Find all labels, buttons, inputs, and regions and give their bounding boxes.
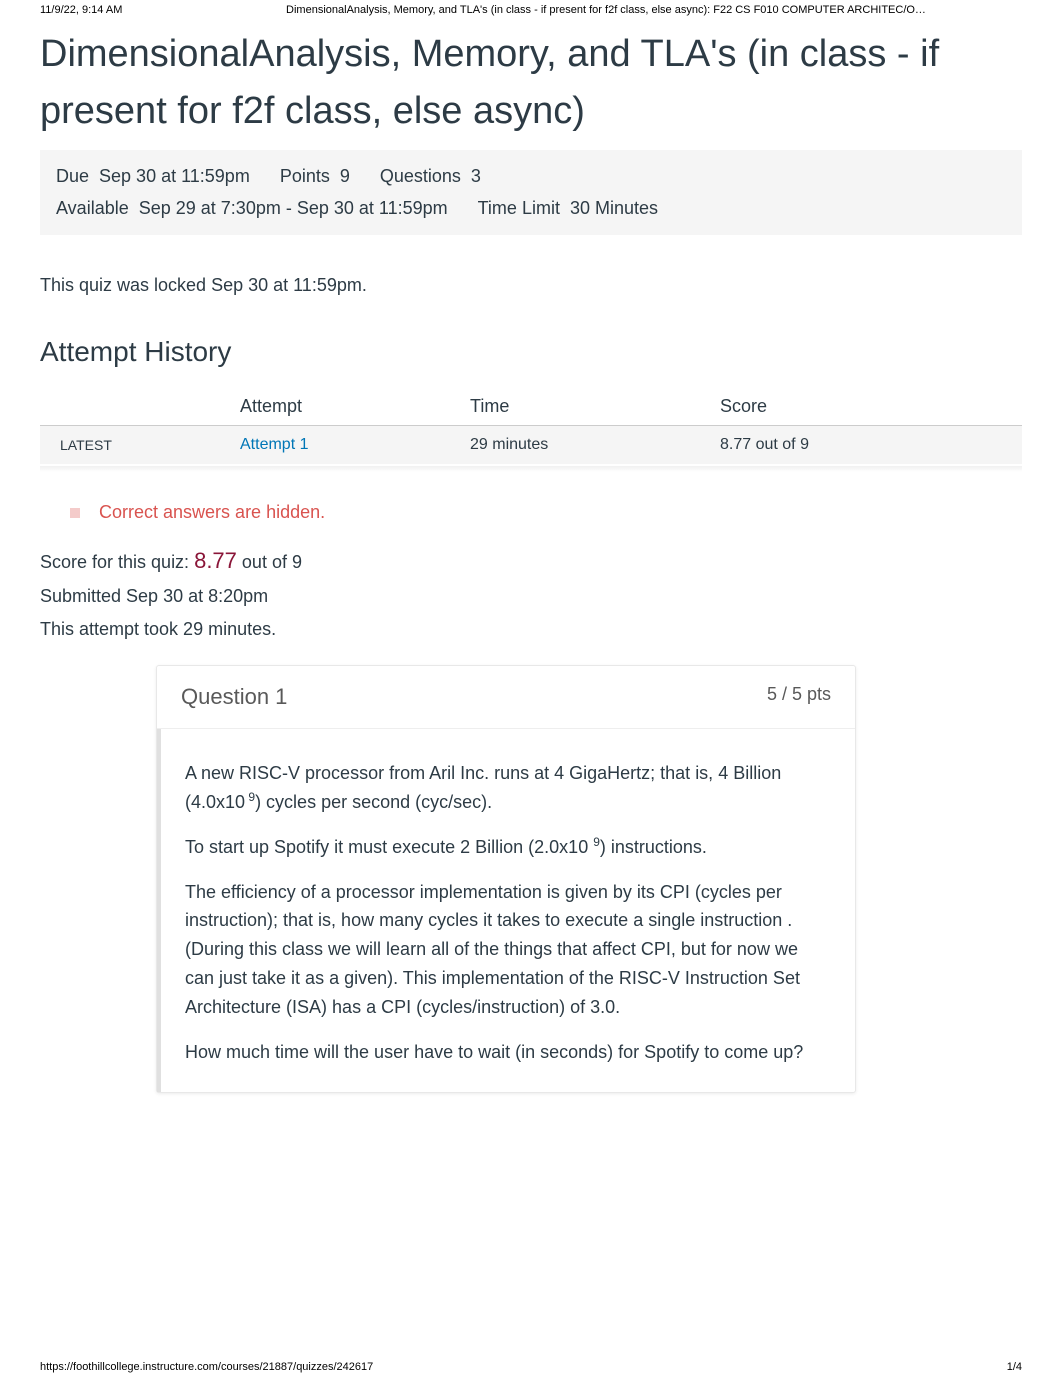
col-time: Time [450,388,700,426]
attempt-history-title: Attempt History [40,336,1022,368]
due-label: Due [56,160,89,192]
col-score: Score [700,388,1022,426]
table-row: LATEST Attempt 1 29 minutes 8.77 out of … [40,425,1022,464]
points-label: Points [280,160,330,192]
locked-message: This quiz was locked Sep 30 at 11:59pm. [40,275,1022,296]
available-label: Available [56,192,129,224]
question-points: 5 / 5 pts [767,684,831,710]
q1-p1: A new RISC-V processor from Aril Inc. ru… [185,759,831,817]
print-timestamp: 11/9/22, 9:14 AM [40,4,190,16]
duration-line: This attempt took 29 minutes. [40,613,1022,645]
q1-p1b: ) cycles per second (cyc/sec). [255,792,492,812]
question-card: Question 1 5 / 5 pts A new RISC-V proces… [156,665,856,1093]
quiz-score-meta: Score for this quiz: 8.77 out of 9 Submi… [40,541,1022,645]
q1-p2a: To start up Spotify it must execute 2 Bi… [185,837,593,857]
timelimit-pair: Time Limit 30 Minutes [478,192,658,224]
correct-hidden-text: Correct answers are hidden. [99,502,325,522]
col-blank [40,388,220,426]
q1-p2: To start up Spotify it must execute 2 Bi… [185,833,831,862]
submitted-line: Submitted Sep 30 at 8:20pm [40,580,1022,612]
footer-page: 1/4 [1007,1361,1022,1373]
print-footer: https://foothillcollege.instructure.com/… [40,1361,1022,1373]
q1-p4: How much time will the user have to wait… [185,1038,831,1067]
timelimit-value: 30 Minutes [570,192,658,224]
available-pair: Available Sep 29 at 7:30pm - Sep 30 at 1… [56,192,448,224]
row-score: 8.77 out of 9 [700,425,1022,464]
due-value: Sep 30 at 11:59pm [99,160,250,192]
questions-label: Questions [380,160,461,192]
questions-pair: Questions 3 [380,160,481,192]
question-header: Question 1 5 / 5 pts [157,666,855,729]
separator [40,466,1022,472]
correct-answers-hidden: Correct answers are hidden. [70,502,1022,523]
col-attempt: Attempt [220,388,450,426]
points-pair: Points 9 [280,160,350,192]
attempt-history-table: Attempt Time Score LATEST Attempt 1 29 m… [40,388,1022,464]
due-pair: Due Sep 30 at 11:59pm [56,160,250,192]
question-body: A new RISC-V processor from Aril Inc. ru… [157,729,855,1092]
available-value: Sep 29 at 7:30pm - Sep 30 at 11:59pm [139,192,448,224]
print-doc-title: DimensionalAnalysis, Memory, and TLA's (… [190,4,1022,16]
question-title: Question 1 [181,684,287,710]
q1-p2sup: 9 [593,835,600,849]
row-time: 29 minutes [450,425,700,464]
questions-value: 3 [471,160,481,192]
footer-url: https://foothillcollege.instructure.com/… [40,1361,373,1373]
score-prefix: Score for this quiz: [40,552,194,572]
score-value: 8.77 [194,548,237,573]
points-value: 9 [340,160,350,192]
page-title: DimensionalAnalysis, Memory, and TLA's (… [40,26,1022,140]
q1-p1sup: 9 [245,790,255,804]
quiz-meta-band: Due Sep 30 at 11:59pm Points 9 Questions… [40,150,1022,235]
row-tag: LATEST [40,425,220,464]
timelimit-label: Time Limit [478,192,560,224]
q1-p3: The efficiency of a processor implementa… [185,878,831,1022]
attempt-link[interactable]: Attempt 1 [240,436,308,453]
score-suffix: out of 9 [242,552,302,572]
print-header: 11/9/22, 9:14 AM DimensionalAnalysis, Me… [0,0,1062,16]
q1-p2b: ) instructions. [600,837,707,857]
